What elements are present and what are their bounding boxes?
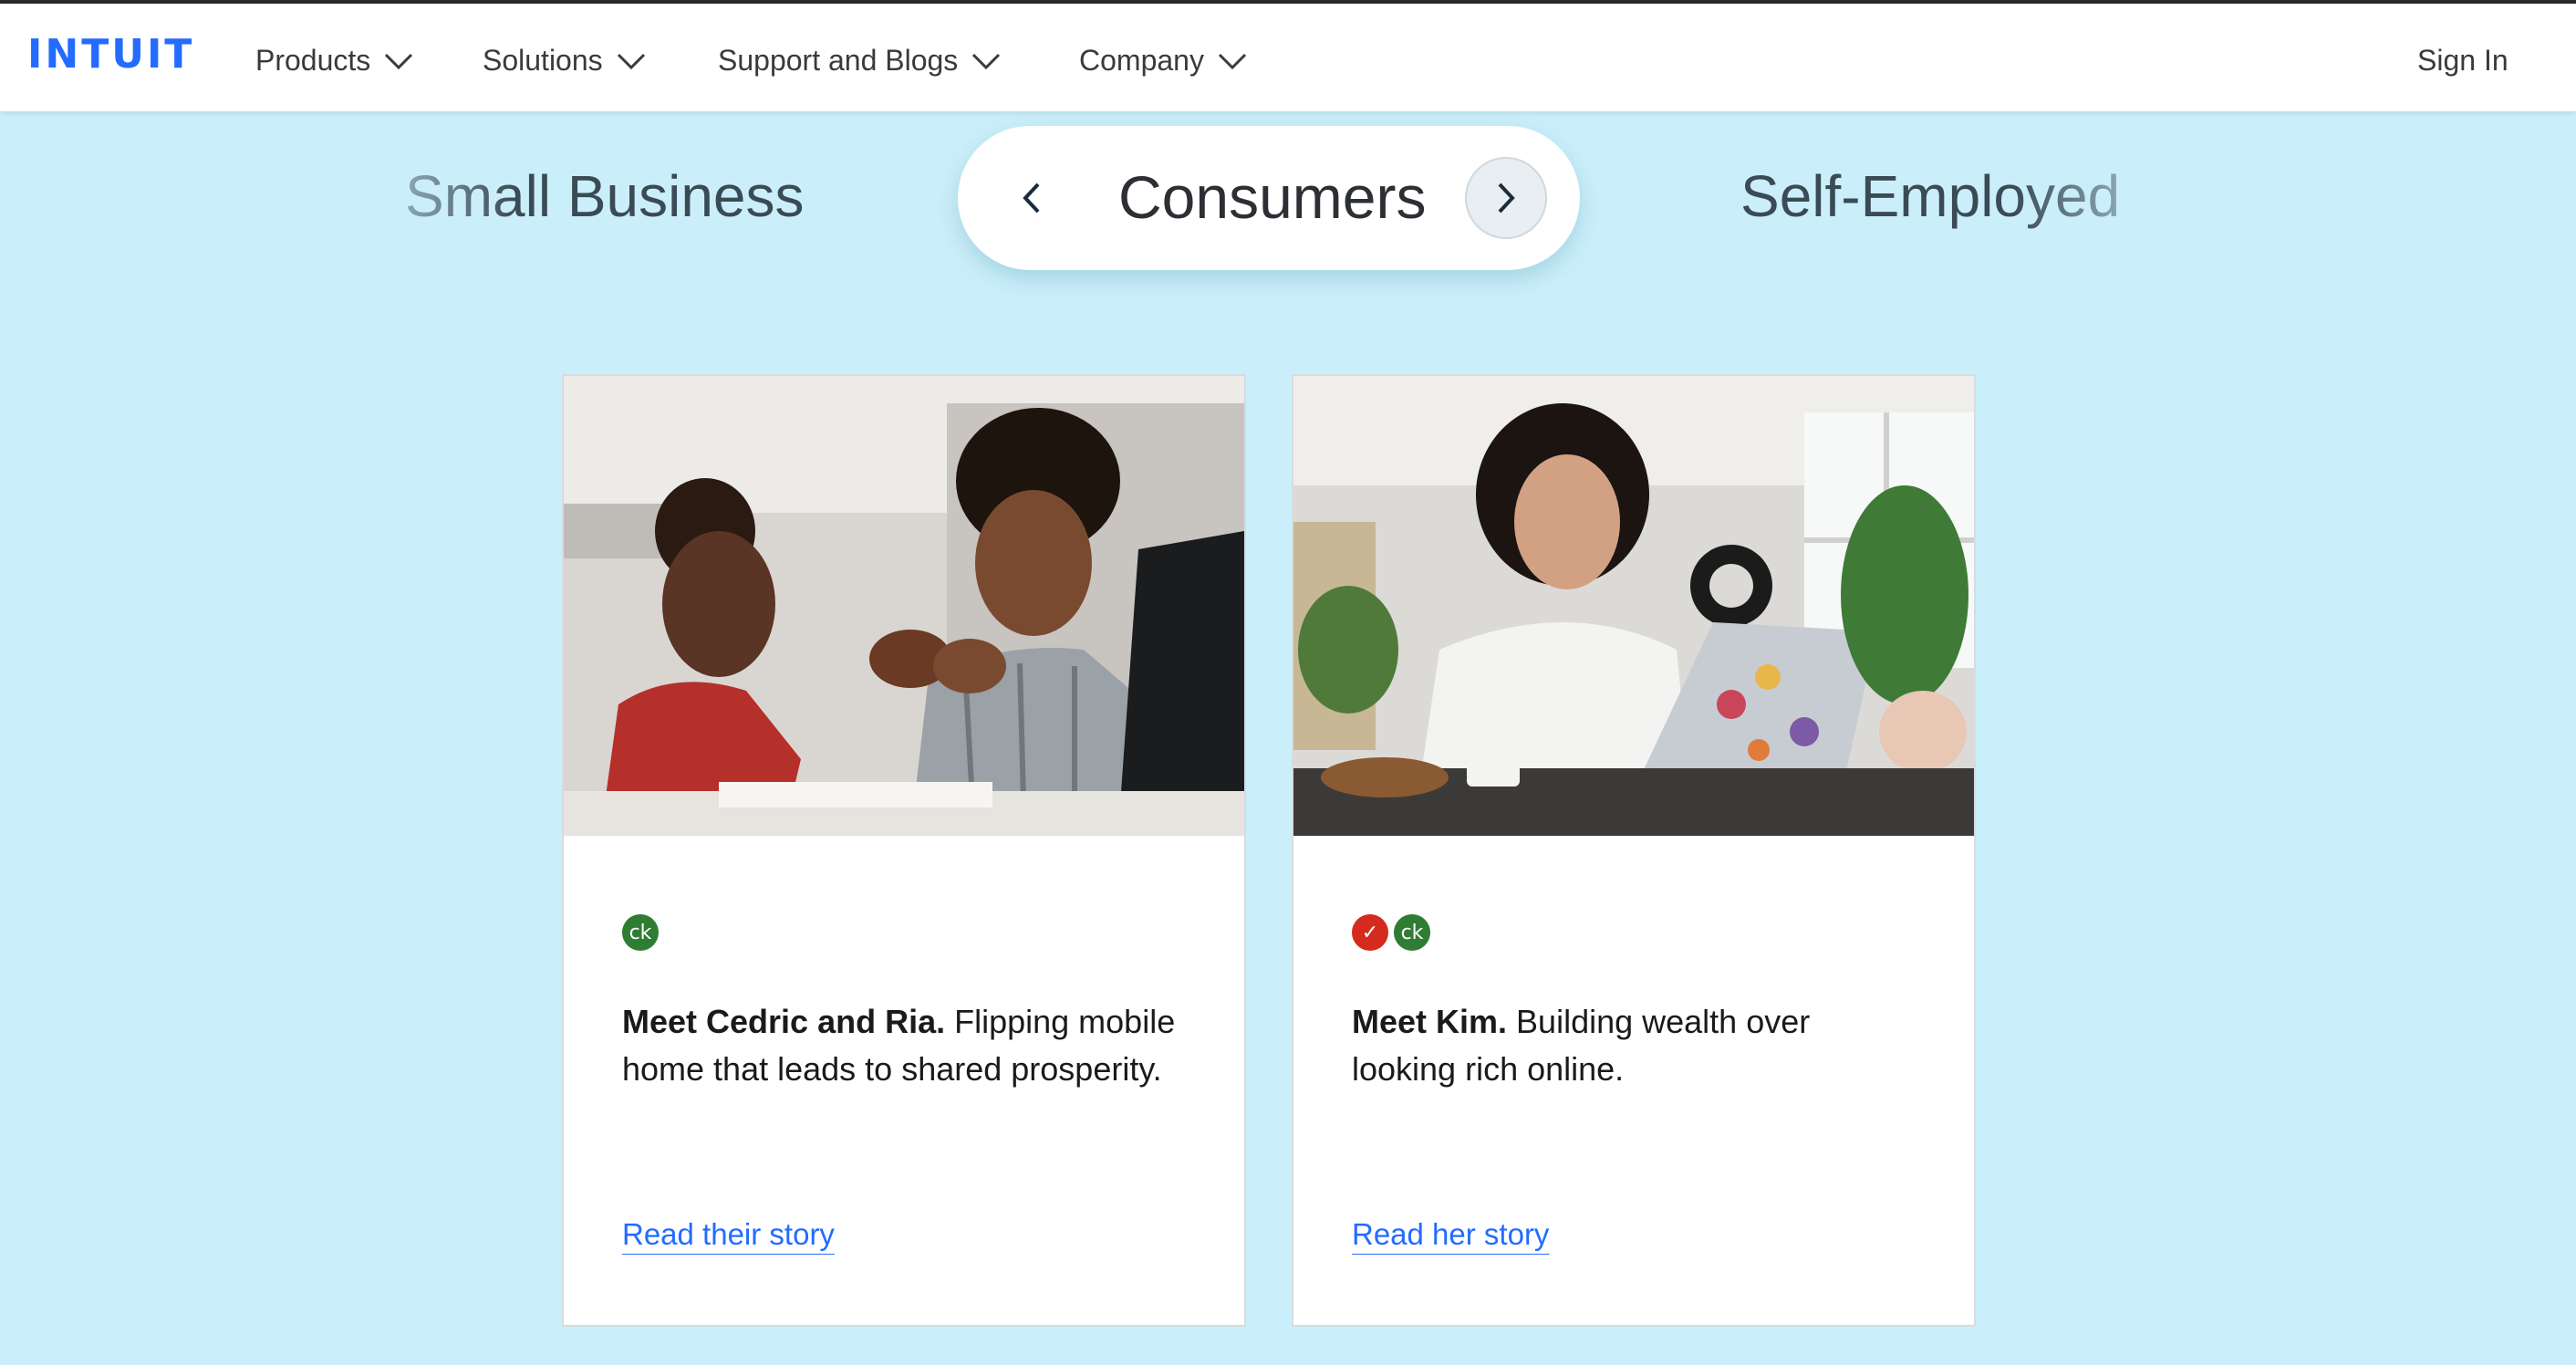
site-header: INTUIT Products Solutions Support and Bl… [0, 4, 2576, 111]
nav-solutions[interactable]: Solutions [483, 44, 647, 78]
segment-small-business[interactable]: Small Business [405, 162, 805, 230]
turbotax-checkmark-icon: ✓ [1352, 914, 1388, 951]
story-title: Meet Cedric and Ria. [622, 1003, 946, 1040]
story-photo-illustration [564, 376, 1244, 836]
product-icons: ✓ ck [1352, 914, 1430, 951]
nav-company-label: Company [1079, 44, 1204, 77]
chevron-down-icon [972, 53, 1001, 69]
segment-self-employed[interactable]: Self-Employed [1740, 162, 2120, 230]
story-description: Meet Kim. Building wealth over looking r… [1352, 998, 1917, 1093]
chevron-down-icon [385, 53, 413, 69]
chevron-right-icon [1498, 182, 1515, 214]
previous-segment-button[interactable] [1003, 170, 1060, 226]
nav-solutions-label: Solutions [483, 44, 603, 77]
credit-karma-icon: ck [1394, 914, 1430, 951]
nav-support-and-blogs[interactable]: Support and Blogs [718, 44, 1002, 78]
chevron-down-icon [617, 53, 645, 69]
intuit-logo[interactable]: INTUIT [27, 31, 194, 78]
story-card: ck Meet Cedric and Ria. Flipping mobile … [562, 374, 1246, 1327]
nav-support-label: Support and Blogs [718, 44, 959, 77]
next-segment-button[interactable] [1465, 157, 1547, 239]
chevron-down-icon [1218, 53, 1247, 69]
story-photo-illustration [1293, 376, 1974, 836]
story-card: ✓ ck Meet Kim. Building wealth over look… [1292, 374, 1976, 1327]
story-photo [564, 376, 1244, 836]
segment-switcher: Consumers [958, 126, 1580, 270]
chevron-left-icon [1023, 182, 1040, 214]
story-photo [1293, 376, 1974, 836]
read-story-link[interactable]: Read her story [1352, 1217, 1549, 1252]
story-title: Meet Kim. [1352, 1003, 1508, 1040]
sign-in-link[interactable]: Sign In [2417, 44, 2508, 78]
segment-current: Consumers [1118, 163, 1427, 231]
read-story-link[interactable]: Read their story [622, 1217, 835, 1252]
nav-products[interactable]: Products [255, 44, 414, 78]
credit-karma-icon: ck [622, 914, 659, 951]
product-icons: ck [622, 914, 659, 951]
nav-products-label: Products [255, 44, 371, 77]
story-description: Meet Cedric and Ria. Flipping mobile hom… [622, 998, 1188, 1093]
nav-company[interactable]: Company [1079, 44, 1248, 78]
